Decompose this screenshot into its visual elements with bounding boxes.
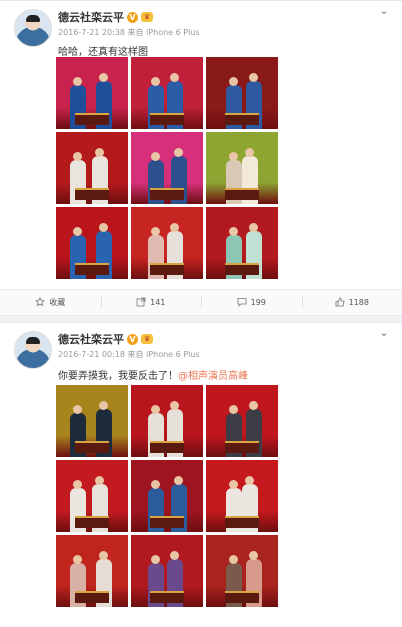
favorite-label: 收藏 xyxy=(49,297,65,308)
verified-v-icon: V xyxy=(127,334,138,345)
photo-thumbnail[interactable] xyxy=(56,132,128,204)
post-meta: 2016-7-21 00:18 来自 iPhone 6 Plus xyxy=(58,349,200,360)
chevron-down-icon[interactable]: ⌄ xyxy=(378,5,390,17)
photo-thumbnail[interactable] xyxy=(131,460,203,532)
post-text: 哈哈，还真有这样图 xyxy=(58,43,148,58)
favorite-button[interactable]: 收藏 xyxy=(0,290,101,314)
verified-v-icon: V xyxy=(127,12,138,23)
star-icon xyxy=(35,297,45,307)
vip-crown-icon: ♛ xyxy=(141,334,153,344)
action-bar: 收藏 141 199 1188 xyxy=(0,289,402,314)
comment-count: 199 xyxy=(251,298,266,307)
photo-thumbnail[interactable] xyxy=(206,57,278,129)
repost-icon xyxy=(136,297,146,307)
chevron-down-icon[interactable]: ⌄ xyxy=(378,327,390,339)
photo-grid xyxy=(56,57,278,279)
post-meta: 2016-7-21 20:38 来自 iPhone 6 Plus xyxy=(58,27,200,38)
photo-thumbnail[interactable] xyxy=(206,460,278,532)
photo-thumbnail[interactable] xyxy=(56,57,128,129)
comment-button[interactable]: 199 xyxy=(201,290,302,314)
repost-count: 141 xyxy=(150,298,165,307)
photo-thumbnail[interactable] xyxy=(131,207,203,279)
avatar[interactable] xyxy=(14,9,52,47)
avatar[interactable] xyxy=(14,331,52,369)
photo-thumbnail[interactable] xyxy=(56,385,128,457)
post-text-body: 你要弄摸我，我要反击了！ xyxy=(58,371,178,382)
photo-thumbnail[interactable] xyxy=(131,385,203,457)
photo-thumbnail[interactable] xyxy=(131,132,203,204)
like-count: 1188 xyxy=(349,298,369,307)
thumbs-up-icon xyxy=(335,297,345,307)
weibo-post-2: 德云社栾云平 V ♛ 2016-7-21 00:18 来自 iPhone 6 P… xyxy=(0,322,402,627)
username[interactable]: 德云社栾云平 xyxy=(58,9,124,25)
photo-thumbnail[interactable] xyxy=(56,207,128,279)
photo-thumbnail[interactable] xyxy=(131,57,203,129)
username[interactable]: 德云社栾云平 xyxy=(58,331,124,347)
photo-thumbnail[interactable] xyxy=(206,207,278,279)
like-button[interactable]: 1188 xyxy=(302,290,402,314)
username-row: 德云社栾云平 V ♛ xyxy=(58,331,153,347)
vip-crown-icon: ♛ xyxy=(141,12,153,22)
photo-thumbnail[interactable] xyxy=(206,385,278,457)
photo-thumbnail[interactable] xyxy=(206,535,278,607)
comment-icon xyxy=(237,297,247,307)
photo-thumbnail[interactable] xyxy=(56,460,128,532)
mention-link[interactable]: @相声演员高峰 xyxy=(178,371,248,382)
photo-grid xyxy=(56,385,278,607)
photo-thumbnail[interactable] xyxy=(206,132,278,204)
weibo-post-1: 德云社栾云平 V ♛ 2016-7-21 20:38 来自 iPhone 6 P… xyxy=(0,0,402,316)
photo-thumbnail[interactable] xyxy=(131,535,203,607)
post-text: 你要弄摸我，我要反击了！@相声演员高峰 xyxy=(58,367,248,382)
repost-button[interactable]: 141 xyxy=(101,290,202,314)
username-row: 德云社栾云平 V ♛ xyxy=(58,9,153,25)
photo-thumbnail[interactable] xyxy=(56,535,128,607)
